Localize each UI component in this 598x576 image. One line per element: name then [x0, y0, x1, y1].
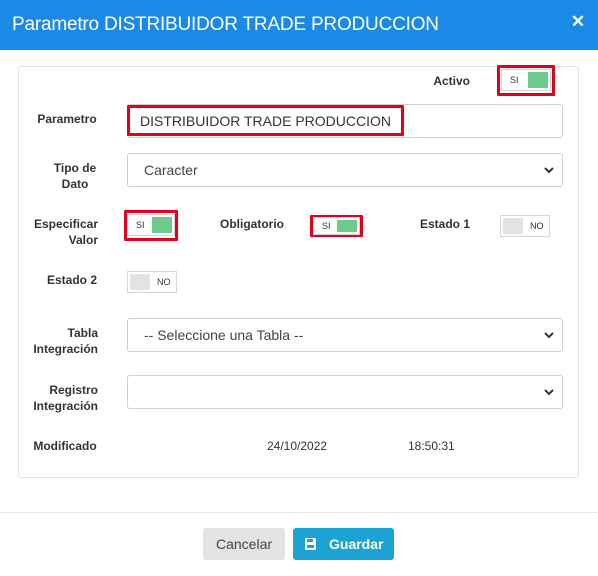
- activo-label: Activo: [433, 74, 470, 88]
- tipo-dato-label: Tipo de Dato: [45, 160, 105, 192]
- tabla-integracion-value: -- Seleccione una Tabla --: [144, 327, 304, 343]
- tipo-dato-value: Caracter: [144, 162, 198, 178]
- tabla-integracion-label: Tabla Integración: [25, 325, 98, 357]
- chevron-down-icon: [544, 167, 554, 174]
- tipo-dato-label-line2: Dato: [61, 177, 89, 191]
- obligatorio-label: Obligatorio: [220, 217, 284, 231]
- estado1-label: Estado 1: [419, 217, 470, 231]
- registro-integracion-label-line2: Integración: [33, 399, 98, 413]
- save-button[interactable]: Guardar: [293, 528, 394, 560]
- tipo-dato-label-line1: Tipo de: [53, 161, 97, 175]
- obligatorio-toggle[interactable]: SI: [313, 217, 360, 235]
- especificar-valor-toggle[interactable]: SI: [127, 214, 175, 236]
- estado1-toggle[interactable]: NO: [500, 215, 550, 237]
- estado1-toggle-label: NO: [530, 221, 544, 231]
- estado2-toggle-label: NO: [157, 277, 171, 287]
- chevron-down-icon: [544, 389, 554, 396]
- especificar-valor-label-line2: Valor: [68, 233, 98, 247]
- estado2-toggle[interactable]: NO: [127, 271, 177, 293]
- tabla-integracion-label-line1: Tabla: [67, 326, 98, 340]
- activo-toggle-label: SI: [510, 75, 519, 85]
- modificado-label: Modificado: [33, 439, 97, 453]
- save-button-label: Guardar: [329, 536, 384, 552]
- modificado-date: 24/10/2022: [267, 439, 328, 453]
- parametro-label: Parametro: [37, 112, 97, 126]
- footer-divider: [0, 512, 598, 513]
- activo-toggle[interactable]: SI: [501, 69, 551, 91]
- save-icon: [305, 538, 316, 550]
- especificar-valor-label: Especificar Valor: [25, 216, 98, 248]
- parametro-value: DISTRIBUIDOR TRADE PRODUCCION: [140, 113, 391, 129]
- toggle-knob: [528, 72, 548, 88]
- chevron-down-icon: [544, 332, 554, 339]
- registro-integracion-select[interactable]: [127, 375, 563, 409]
- especificar-valor-toggle-label: SI: [136, 220, 145, 230]
- tabla-integracion-label-line2: Integración: [33, 342, 98, 356]
- obligatorio-toggle-label: SI: [322, 221, 331, 231]
- tabla-integracion-select[interactable]: -- Seleccione una Tabla --: [127, 318, 563, 352]
- toggle-knob: [503, 218, 523, 234]
- tipo-dato-select[interactable]: Caracter: [127, 153, 563, 187]
- close-icon[interactable]: ✕: [570, 12, 586, 32]
- cancel-button[interactable]: Cancelar: [203, 528, 285, 560]
- especificar-valor-label-line1: Especificar: [33, 217, 98, 231]
- estado2-label: Estado 2: [46, 273, 97, 287]
- dialog-header: Parametro DISTRIBUIDOR TRADE PRODUCCION …: [0, 0, 598, 50]
- modificado-time: 18:50:31: [408, 439, 455, 453]
- registro-integracion-label: Registro Integración: [25, 382, 98, 414]
- registro-integracion-label-line1: Registro: [49, 383, 98, 397]
- toggle-knob: [152, 217, 172, 233]
- toggle-knob: [337, 220, 357, 232]
- dialog-title: Parametro DISTRIBUIDOR TRADE PRODUCCION: [12, 14, 439, 35]
- toggle-knob: [130, 274, 150, 290]
